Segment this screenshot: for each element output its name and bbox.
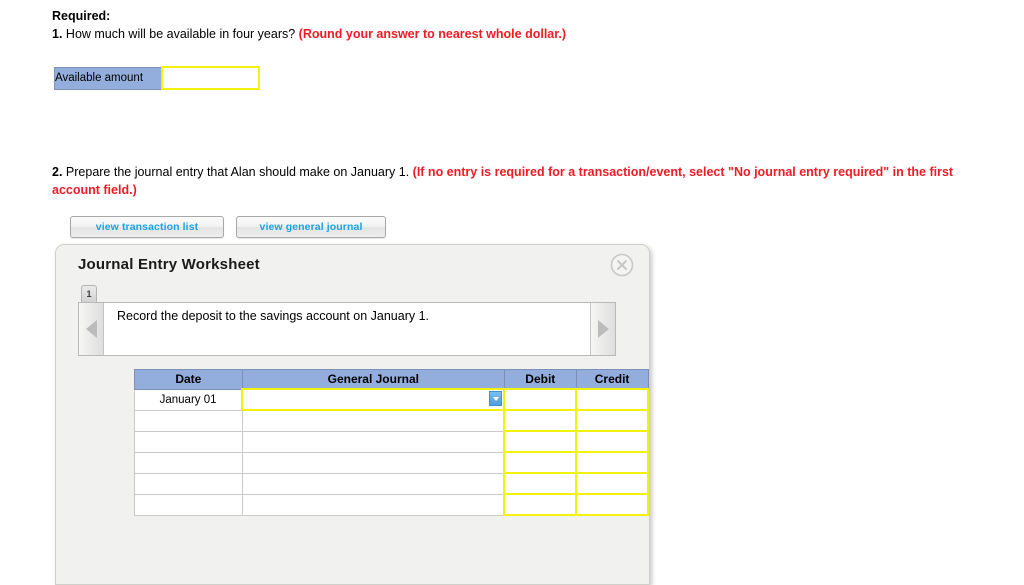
cell-debit[interactable]	[503, 388, 578, 411]
cell-date[interactable]	[134, 430, 243, 453]
question-1-note: (Round your answer to nearest whole doll…	[298, 26, 567, 41]
table-row	[134, 451, 649, 474]
cell-debit[interactable]	[503, 493, 578, 516]
cell-date[interactable]	[134, 409, 243, 432]
view-transaction-list-button[interactable]: view transaction list	[70, 216, 224, 238]
available-amount-table: Available amount	[54, 66, 260, 90]
question-1-body: How much will be available in four years…	[62, 26, 299, 41]
chevron-left-icon	[85, 320, 97, 338]
question-2-text: 2. Prepare the journal entry that Alan s…	[52, 163, 1002, 199]
table-row	[134, 409, 649, 432]
cell-credit[interactable]	[575, 388, 649, 411]
cell-general-journal[interactable]	[241, 493, 505, 516]
cell-debit[interactable]	[503, 451, 578, 474]
cell-date[interactable]	[134, 493, 243, 516]
cell-general-journal-active[interactable]	[241, 388, 506, 411]
transaction-description-strip: Record the deposit to the savings accoun…	[78, 302, 616, 356]
question-1-number: 1.	[52, 26, 63, 41]
journal-entry-table: Date General Journal Debit Credit Januar…	[134, 369, 649, 516]
cell-general-journal[interactable]	[241, 430, 505, 453]
cell-credit[interactable]	[575, 493, 649, 516]
cell-general-journal[interactable]	[241, 451, 505, 474]
journal-entry-worksheet-modal: Journal Entry Worksheet 1 Record the dep…	[55, 244, 650, 585]
page-title: Journal Entry Worksheet	[78, 256, 260, 273]
cell-date[interactable]	[134, 472, 243, 495]
question-2-body: Prepare the journal entry that Alan shou…	[62, 165, 413, 179]
available-amount-input[interactable]	[161, 66, 260, 90]
cell-credit[interactable]	[575, 430, 649, 453]
table-row: Available amount	[54, 66, 260, 90]
column-header-general-journal: General Journal	[241, 369, 505, 390]
cell-credit[interactable]	[575, 451, 649, 474]
table-row	[134, 493, 649, 516]
column-header-credit: Credit	[575, 369, 649, 390]
question-2-block: 2. Prepare the journal entry that Alan s…	[52, 162, 1002, 199]
previous-transaction-button[interactable]	[79, 303, 104, 355]
column-header-date: Date	[134, 369, 243, 390]
question-2-number: 2.	[52, 165, 63, 179]
dropdown-arrow-icon[interactable]	[489, 391, 503, 406]
column-header-debit: Debit	[503, 369, 577, 390]
transaction-description-text: Record the deposit to the savings accoun…	[117, 309, 429, 323]
next-transaction-button[interactable]	[590, 303, 615, 355]
cell-general-journal[interactable]	[241, 409, 505, 432]
cell-debit[interactable]	[503, 472, 578, 495]
cell-debit[interactable]	[503, 430, 578, 453]
chevron-right-icon	[597, 320, 609, 338]
close-icon[interactable]	[610, 253, 634, 277]
cell-credit[interactable]	[575, 409, 649, 432]
table-row	[134, 472, 649, 495]
cell-debit[interactable]	[503, 409, 578, 432]
question-1-text: 1. How much will be available in four ye…	[52, 26, 1012, 44]
available-amount-label: Available amount	[54, 66, 163, 90]
cell-date[interactable]: January 01	[134, 388, 243, 411]
cell-credit[interactable]	[575, 472, 649, 495]
table-row	[134, 430, 649, 453]
journal-header-row: Date General Journal Debit Credit	[134, 369, 649, 390]
table-row: January 01	[134, 388, 649, 411]
worksheet-tab-1[interactable]: 1	[81, 285, 97, 302]
question-1-block: Required: 1. How much will be available …	[52, 8, 1012, 43]
cell-general-journal[interactable]	[241, 472, 505, 495]
view-buttons-group: view transaction list view general journ…	[70, 216, 386, 238]
required-label: Required:	[52, 9, 111, 23]
cell-date[interactable]	[134, 451, 243, 474]
view-general-journal-button[interactable]: view general journal	[236, 216, 386, 238]
